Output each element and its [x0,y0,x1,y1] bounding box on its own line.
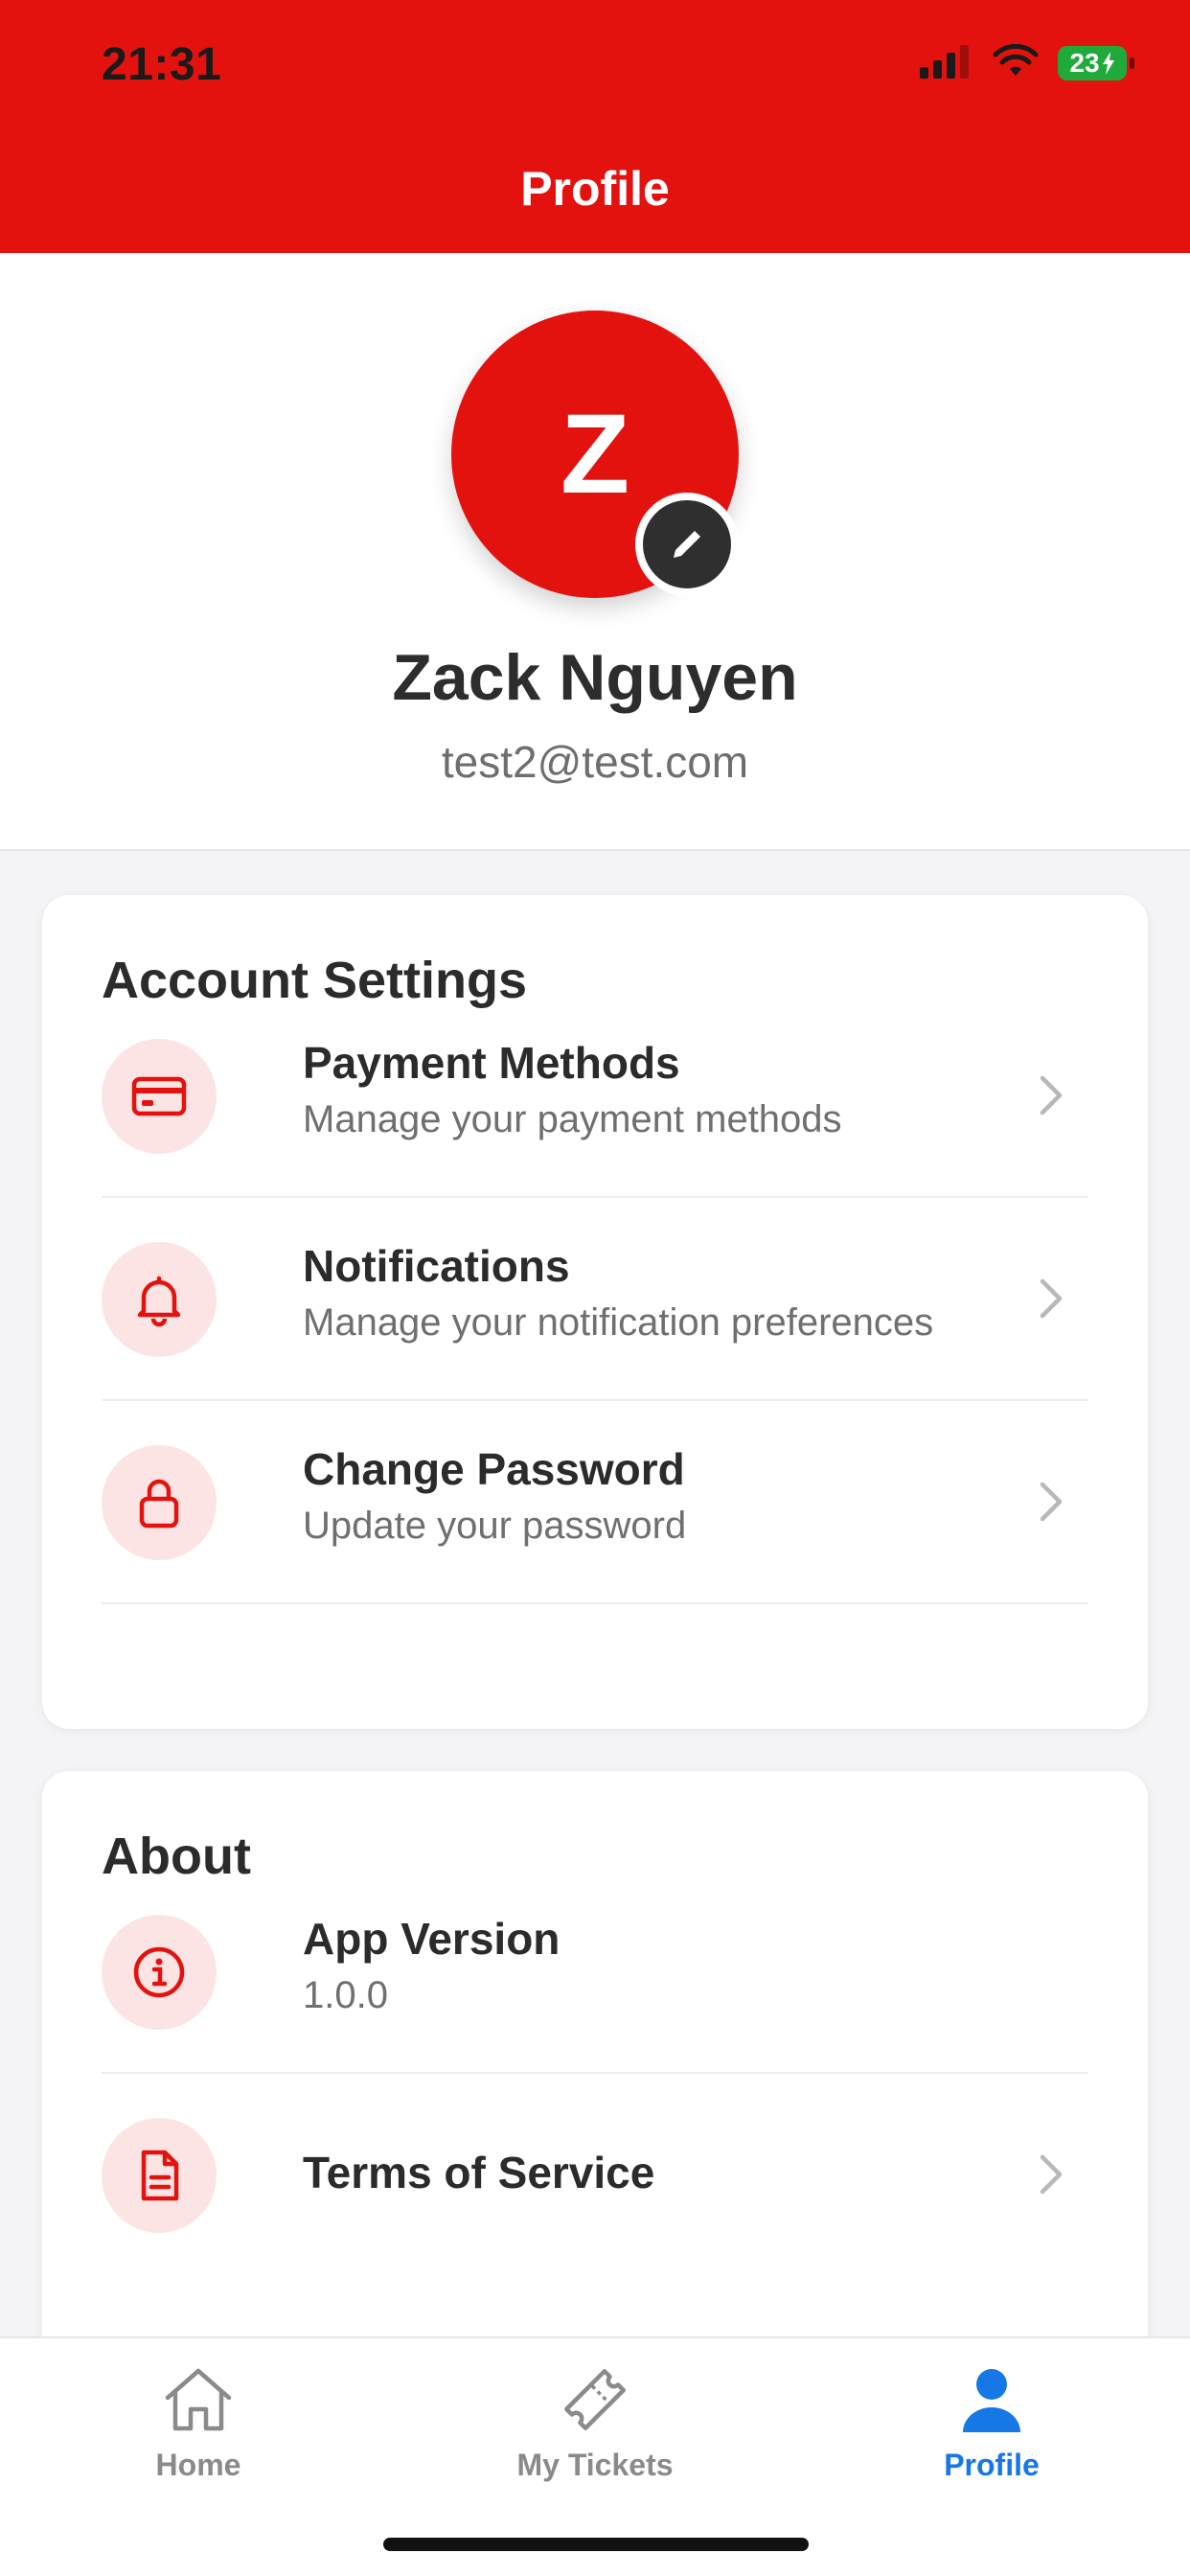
change-password-row[interactable]: Change Password Update your password [102,1401,1088,1604]
notifications-title: Notifications [303,1241,570,1291]
pencil-icon [674,531,700,558]
status-icons: 23 [920,42,1134,84]
battery-icon: 23 [1058,46,1134,80]
bell-icon [102,1242,217,1357]
account-settings-card: Account Settings Payment Methods Manage … [42,895,1148,1729]
tab-profile-label: Profile [944,2448,1040,2482]
profile-email: test2@test.com [441,737,749,787]
payment-methods-subtitle: Manage your payment methods [303,1098,842,1140]
person-icon [953,2361,1030,2438]
lock-icon [102,1445,217,1560]
header: 21:31 23 Profile [0,0,1190,253]
tab-home-label: Home [155,2448,241,2482]
tab-my-tickets-label: My Tickets [516,2448,674,2482]
charging-bolt-icon [1102,52,1114,75]
change-password-title: Change Password [303,1444,685,1494]
app-version-row: App Version 1.0.0 [102,1871,1088,2074]
profile-screen: 21:31 23 Profile Z Zack Nguyen test2@tes… [0,0,1190,2576]
edit-avatar-button[interactable] [635,493,739,596]
page-title: Profile [520,162,670,216]
notifications-row[interactable]: Notifications Manage your notification p… [102,1198,1088,1401]
battery-level: 23 [1069,48,1100,78]
ticket-icon [557,2361,633,2438]
change-password-subtitle: Update your password [303,1505,687,1547]
chevron-right-icon [1027,2150,1075,2198]
tab-my-tickets[interactable]: My Tickets [397,2338,793,2530]
info-icon [102,1915,217,2030]
tab-profile[interactable]: Profile [793,2338,1190,2530]
notifications-subtitle: Manage your notification preferences [303,1301,934,1344]
wifi-icon [993,43,1039,83]
signal-icon [920,44,973,83]
payment-methods-title: Payment Methods [303,1038,680,1088]
chevron-right-icon [1027,1478,1075,1526]
battery-cap [1130,58,1134,69]
credit-card-icon [102,1039,217,1154]
home-indicator[interactable] [383,2538,809,2551]
profile-name: Zack Nguyen [392,641,798,714]
app-version-value: 1.0.0 [303,1974,388,2016]
terms-of-service-row[interactable]: Terms of Service [102,2074,1088,2277]
profile-section: Z Zack Nguyen test2@test.com [0,253,1190,851]
chevron-right-icon [1027,1071,1075,1119]
chevron-right-icon [1027,1275,1075,1322]
avatar-initial: Z [560,391,630,518]
home-icon [160,2361,237,2438]
payment-methods-row[interactable]: Payment Methods Manage your payment meth… [102,995,1088,1198]
tab-home[interactable]: Home [0,2338,397,2530]
terms-of-service-title: Terms of Service [303,2148,655,2197]
status-time: 21:31 [102,39,222,90]
app-version-title: App Version [303,1914,561,1964]
document-icon [102,2118,217,2233]
